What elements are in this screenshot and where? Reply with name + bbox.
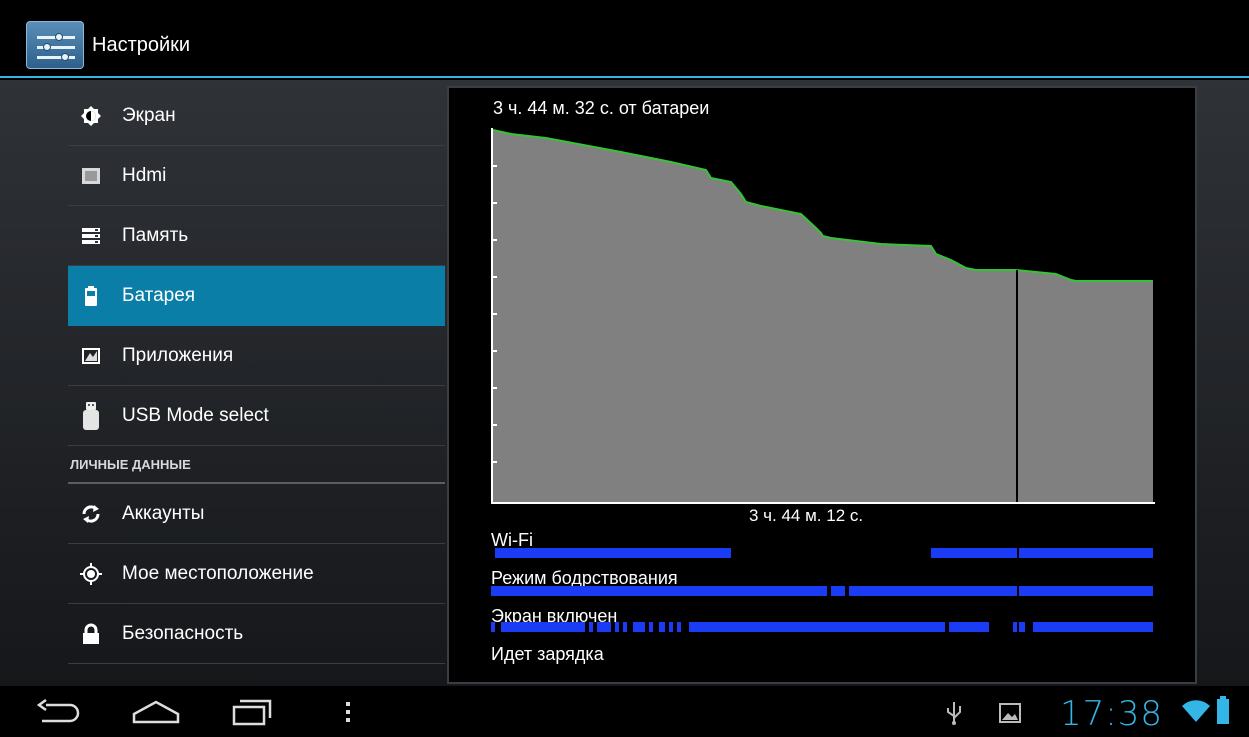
menu-item-battery[interactable]: Батарея (68, 266, 445, 326)
menu-overflow-icon[interactable] (344, 700, 352, 724)
battery-graph (491, 128, 1155, 504)
status-clock: 17:38 (1060, 694, 1163, 734)
usb-icon (947, 702, 961, 725)
wifi-signal-icon (1182, 700, 1210, 722)
menu-item-hdmi[interactable]: Hdmi (68, 146, 445, 206)
brightness-icon (80, 105, 102, 127)
menu-item-usb-mode[interactable]: USB Mode select (68, 386, 445, 446)
battery-status-icon (1217, 696, 1229, 724)
action-bar: Настройки (0, 0, 1249, 78)
menu-label: Hdmi (122, 164, 167, 186)
storage-icon (80, 225, 102, 247)
menu-label: USB Mode select (122, 404, 269, 426)
back-icon[interactable] (36, 699, 82, 725)
sync-icon (80, 503, 102, 525)
menu-label: Аккаунты (122, 502, 205, 524)
menu-label: Безопасность (122, 622, 244, 644)
battery-icon (80, 285, 102, 307)
menu-item-accounts[interactable]: Аккаунты (68, 484, 445, 544)
menu-item-apps[interactable]: Приложения (68, 326, 445, 386)
settings-icon[interactable] (26, 21, 84, 69)
menu-item-storage[interactable]: Память (68, 206, 445, 266)
menu-label: Приложения (122, 344, 234, 366)
battery-time-on-battery: 3 ч. 44 м. 32 с. от батареи (493, 98, 710, 118)
menu-item-location[interactable]: Мое местоположение (68, 544, 445, 604)
screenshot-icon (999, 703, 1021, 723)
graph-time-label: 3 ч. 44 м. 12 с. (749, 506, 864, 525)
menu-item-screen[interactable]: Экран (68, 86, 445, 146)
page-title: Настройки (92, 34, 191, 56)
menu-label: Память (122, 224, 189, 246)
menu-label: Батарея (122, 284, 196, 306)
lock-icon (80, 623, 102, 645)
charging-label: Идет зарядка (491, 644, 604, 664)
usb-drive-icon (80, 401, 102, 430)
section-header-personal: ЛИЧНЫЕ ДАННЫЕ (68, 446, 445, 484)
recent-apps-icon[interactable] (232, 698, 272, 726)
location-icon (80, 562, 102, 585)
menu-label: Экран (122, 104, 176, 126)
hdmi-icon (80, 165, 102, 187)
settings-menu: Экран Hdmi Память Батарея Приложения USB… (68, 86, 445, 664)
battery-detail-panel: 3 ч. 44 м. 32 с. от батареи 3 ч. 44 м. 1… (447, 86, 1197, 684)
menu-label: Мое местоположение (122, 562, 314, 584)
home-icon[interactable] (132, 700, 180, 724)
apps-icon (80, 345, 102, 367)
activity-bars (491, 548, 1153, 632)
menu-item-security[interactable]: Безопасность (68, 604, 445, 664)
